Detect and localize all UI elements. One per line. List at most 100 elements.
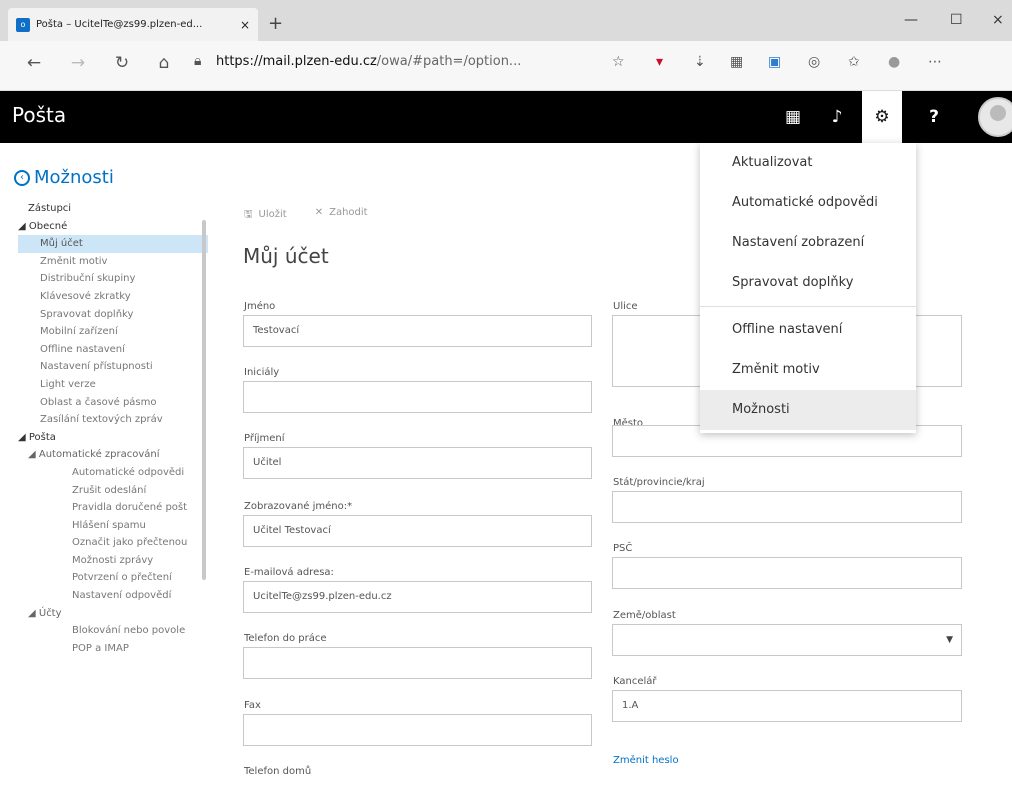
sidebar-item[interactable]: ◢ Obecné (18, 218, 208, 236)
nav-scrollbar[interactable] (200, 198, 208, 783)
lock-icon: 🔒︎ (194, 53, 202, 69)
options-nav: Zástupci ◢ Obecné Můj účet Změnit motiv Dist… (18, 200, 208, 785)
work-phone-field[interactable] (243, 647, 592, 679)
settings-menu: Aktualizovat Automatické odpovědi Nastaven… (700, 143, 916, 433)
page-title: Můj účet (243, 244, 329, 268)
state-label: Stát/provincie/kraj (613, 477, 705, 488)
surname-label: Příjmení (244, 433, 285, 444)
maximize-button[interactable]: ☐ (950, 12, 963, 28)
sidebar-item[interactable]: Nastavení odpovědí (18, 587, 208, 605)
options-back-link[interactable]: ‹ Možnosti (14, 167, 114, 188)
browser-tab[interactable]: o Pošta – UcitelTe@zs99.plzen-ed... × (8, 8, 258, 41)
menu-item[interactable]: Nastavení zobrazení (700, 223, 916, 263)
country-select[interactable]: ▼ (612, 624, 962, 656)
profile-icon[interactable]: ● (888, 54, 900, 70)
sidebar-item[interactable]: Nastavení přístupnosti (18, 358, 208, 376)
discard-button[interactable]: ✕ Zahodit (315, 207, 368, 224)
close-icon: ✕ (314, 207, 324, 218)
download-icon[interactable]: ⇣ (694, 54, 706, 70)
sidebar-item[interactable]: Light verze (18, 376, 208, 394)
street-label: Ulice (613, 301, 638, 312)
url-field[interactable]: https://mail.plzen-edu.cz/owa/#path=/opt… (216, 54, 521, 69)
initials-field[interactable] (243, 381, 592, 413)
form-toolbar: 🖫︎ Uložit ✕ Zahodit (244, 207, 368, 224)
first-name-field[interactable]: Testovací (243, 315, 592, 347)
office-label: Kancelář (613, 676, 657, 687)
reading-list-icon[interactable]: ▦ (730, 54, 743, 70)
home-icon[interactable]: ⌂ (148, 53, 180, 73)
forward-arrow-icon[interactable]: → (62, 53, 94, 73)
home-phone-label: Telefon domů (244, 766, 312, 777)
sidebar-item[interactable]: Hlášení spamu (18, 517, 208, 535)
favorite-star-icon[interactable]: ☆ (612, 54, 625, 70)
sidebar-item[interactable]: Zasílání textových zpráv (18, 411, 208, 429)
discard-label: Zahodit (329, 207, 368, 218)
surname-field[interactable]: Učitel (243, 447, 592, 479)
office-field[interactable]: 1.A (612, 690, 962, 722)
zip-label: PSČ (613, 543, 633, 554)
sidebar-item[interactable]: Klávesové zkratky (18, 288, 208, 306)
sidebar-item[interactable]: Změnit motiv (18, 253, 208, 271)
bell-icon[interactable]: ♪ (817, 91, 857, 143)
sidebar-item[interactable]: Označit jako přečtenou (18, 534, 208, 552)
email-field[interactable]: UcitelTe@zs99.plzen-edu.cz (243, 581, 592, 613)
browser-tab-bar: o Pošta – UcitelTe@zs99.plzen-ed... × + … (0, 0, 1012, 41)
back-circle-icon: ‹ (14, 169, 30, 186)
zip-field[interactable] (612, 557, 962, 589)
sidebar-item[interactable]: Možnosti zprávy (18, 552, 208, 570)
fax-field[interactable] (243, 714, 592, 746)
fax-label: Fax (244, 700, 261, 711)
url-host: https://mail.plzen-edu.cz (216, 54, 377, 69)
back-arrow-icon[interactable]: ← (18, 53, 50, 73)
options-title: Možnosti (34, 167, 114, 188)
translate-icon[interactable]: ▣ (768, 54, 781, 70)
sidebar-item[interactable]: Mobilní zařízení (18, 323, 208, 341)
sidebar-item[interactable]: Oblast a časové pásmo (18, 394, 208, 412)
scrollbar-thumb[interactable] (202, 220, 206, 580)
menu-item[interactable]: Možnosti (700, 390, 916, 430)
sidebar-item[interactable]: ◢ Účty (18, 605, 208, 623)
save-label: Uložit (258, 209, 287, 220)
gear-icon[interactable]: ⚙ (862, 91, 902, 143)
sidebar-item[interactable]: POP a IMAP (18, 640, 208, 658)
sidebar-item[interactable]: ◢ Pošta (18, 429, 208, 447)
sidebar-item[interactable]: Blokování nebo povole (18, 622, 208, 640)
first-name-label: Jméno (244, 301, 276, 312)
close-window-button[interactable]: × (992, 12, 1004, 28)
refresh-icon[interactable]: ↻ (106, 53, 138, 73)
outlook-favicon-icon: o (16, 17, 30, 32)
sidebar-item[interactable]: Zástupci (18, 200, 208, 218)
favorites-icon[interactable]: ✩ (848, 54, 860, 70)
help-icon[interactable]: ? (914, 91, 954, 143)
change-password-link[interactable]: Změnit heslo (613, 755, 679, 766)
sidebar-item[interactable]: Distribuční skupiny (18, 270, 208, 288)
sidebar-item[interactable]: ◢ Automatické zpracování (18, 446, 208, 464)
sidebar-item[interactable]: Potvrzení o přečtení (18, 569, 208, 587)
new-tab-button[interactable]: + (268, 13, 283, 34)
save-button[interactable]: 🖫︎ Uložit (244, 207, 287, 224)
avatar[interactable] (978, 97, 1012, 137)
menu-item[interactable]: Spravovat doplňky (700, 263, 916, 303)
sidebar-item[interactable]: Zrušit odeslání (18, 482, 208, 500)
menu-item[interactable]: Aktualizovat (700, 143, 916, 183)
app-launcher-icon[interactable]: ▦ (773, 91, 813, 143)
more-icon[interactable]: ⋯ (928, 54, 942, 70)
tab-close-button[interactable]: × (240, 18, 250, 32)
sidebar-item[interactable]: Můj účet (18, 235, 208, 253)
owa-header: Pošta ▦ ♪ ⚙ ? (0, 91, 1012, 143)
menu-item[interactable]: Offline nastavení (700, 310, 916, 350)
display-name-field[interactable]: Učitel Testovací (243, 515, 592, 547)
sidebar-item[interactable]: Offline nastavení (18, 341, 208, 359)
minimize-button[interactable]: — (904, 12, 918, 28)
sidebar-item[interactable]: Spravovat doplňky (18, 306, 208, 324)
sidebar-item[interactable]: Pravidla doručené pošt (18, 499, 208, 517)
app-name: Pošta (12, 103, 67, 127)
state-field[interactable] (612, 491, 962, 523)
menu-item[interactable]: Změnit motiv (700, 350, 916, 390)
extension-icon[interactable]: ◎ (808, 54, 820, 70)
display-name-label: Zobrazované jméno:* (244, 501, 353, 512)
initials-label: Iniciály (244, 367, 280, 378)
menu-item[interactable]: Automatické odpovědi (700, 183, 916, 223)
pocket-icon[interactable]: ▾ (656, 54, 663, 70)
sidebar-item[interactable]: Automatické odpovědi (18, 464, 208, 482)
